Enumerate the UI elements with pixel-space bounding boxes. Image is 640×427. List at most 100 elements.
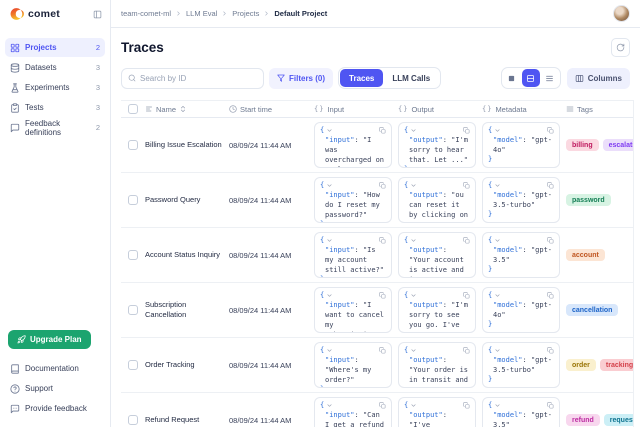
column-header-tags[interactable]: Tags xyxy=(566,105,633,114)
copy-icon[interactable] xyxy=(463,237,470,244)
copy-icon[interactable] xyxy=(463,402,470,409)
input-json-cell[interactable]: { "input": "Can I get a refund for my la… xyxy=(314,397,392,427)
row-checkbox[interactable] xyxy=(128,140,138,150)
sort-icon[interactable] xyxy=(179,105,187,113)
table-row[interactable]: Order Tracking 08/09/24 11:44 AM { "inpu… xyxy=(121,338,633,393)
copy-icon[interactable] xyxy=(547,292,554,299)
search-input[interactable] xyxy=(140,74,257,83)
table-row[interactable]: Subscription Cancellation 08/09/24 11:44… xyxy=(121,283,633,338)
input-json-cell[interactable]: { "input": "I was overcharged on my last… xyxy=(314,122,392,168)
metadata-json-cell[interactable]: { "model": "gpt-3.5-turbo" } xyxy=(482,177,560,223)
table-row[interactable]: Password Query 08/09/24 11:44 AM { "inpu… xyxy=(121,173,633,228)
output-json-cell[interactable]: { "output": "I'm sorry to hear that. Let… xyxy=(398,122,476,168)
output-json-cell[interactable]: { "output": "ou can reset it by clicking… xyxy=(398,177,476,223)
copy-icon[interactable] xyxy=(463,292,470,299)
sidebar-item-feedback-definitions[interactable]: Feedback definitions 2 xyxy=(5,118,105,137)
output-json-cell[interactable]: { "output": "Your account is active and … xyxy=(398,232,476,278)
breadcrumb-workspace[interactable]: team-comet-ml xyxy=(121,9,171,18)
output-json-cell[interactable]: { "output": "I've submitted your refund … xyxy=(398,397,476,427)
chevron-down-icon[interactable] xyxy=(494,237,501,244)
select-all-checkbox[interactable] xyxy=(128,104,138,114)
column-header-input[interactable]: {} Input xyxy=(314,105,398,114)
copy-icon[interactable] xyxy=(547,347,554,354)
chevron-down-icon[interactable] xyxy=(494,347,501,354)
copy-icon[interactable] xyxy=(379,402,386,409)
row-height-small-icon xyxy=(507,74,516,83)
metadata-json-cell[interactable]: { "model": "gpt-3.5" } xyxy=(482,232,560,278)
column-header-metadata[interactable]: {} Metadata xyxy=(482,105,566,114)
chevron-down-icon[interactable] xyxy=(326,182,333,189)
chevron-down-icon[interactable] xyxy=(494,182,501,189)
chevron-down-icon[interactable] xyxy=(410,347,417,354)
row-height-large-button[interactable] xyxy=(541,69,559,87)
chevron-down-icon[interactable] xyxy=(410,402,417,409)
row-checkbox[interactable] xyxy=(128,250,138,260)
copy-icon[interactable] xyxy=(463,182,470,189)
sidebar-item-provide-feedback[interactable]: Provide feedback xyxy=(5,399,105,418)
sidebar-item-datasets[interactable]: Datasets 3 xyxy=(5,58,105,77)
copy-icon[interactable] xyxy=(547,182,554,189)
metadata-json-cell[interactable]: { "model": "gpt-3.5" } xyxy=(482,397,560,427)
sidebar-item-experiments[interactable]: Experiments 3 xyxy=(5,78,105,97)
chevron-down-icon[interactable] xyxy=(326,237,333,244)
chevron-down-icon[interactable] xyxy=(410,182,417,189)
chevron-down-icon[interactable] xyxy=(326,347,333,354)
chevron-down-icon[interactable] xyxy=(326,127,333,134)
chevron-down-icon[interactable] xyxy=(494,127,501,134)
copy-icon[interactable] xyxy=(379,347,386,354)
chevron-down-icon[interactable] xyxy=(326,292,333,299)
copy-icon[interactable] xyxy=(379,127,386,134)
chevron-down-icon[interactable] xyxy=(410,127,417,134)
chevron-down-icon[interactable] xyxy=(494,402,501,409)
copy-icon[interactable] xyxy=(547,402,554,409)
copy-icon[interactable] xyxy=(379,237,386,244)
metadata-json-cell[interactable]: { "model": "gpt-4o" } xyxy=(482,122,560,168)
chevron-down-icon[interactable] xyxy=(494,292,501,299)
copy-icon[interactable] xyxy=(463,347,470,354)
columns-icon xyxy=(575,74,584,83)
copy-icon[interactable] xyxy=(547,237,554,244)
output-json-cell[interactable]: { "output": "Your order is in transit an… xyxy=(398,342,476,388)
chevron-down-icon[interactable] xyxy=(410,237,417,244)
row-height-small-button[interactable] xyxy=(503,69,521,87)
metadata-json-cell[interactable]: { "model": "gpt-4o" } xyxy=(482,287,560,333)
breadcrumb-projects[interactable]: Projects xyxy=(232,9,259,18)
input-json-cell[interactable]: { "input": "How do I reset my password?"… xyxy=(314,177,392,223)
refresh-button[interactable] xyxy=(611,38,630,57)
upgrade-plan-button[interactable]: Upgrade Plan xyxy=(8,330,91,349)
json-key: "output" xyxy=(409,411,443,419)
column-header-name[interactable]: Name xyxy=(145,105,229,114)
input-json-cell[interactable]: { "input": "Is my account still active?"… xyxy=(314,232,392,278)
table-row[interactable]: Refund Request 08/09/24 11:44 AM { "inpu… xyxy=(121,393,633,427)
sidebar-item-support[interactable]: Support xyxy=(5,379,105,398)
columns-button[interactable]: Columns xyxy=(567,68,630,89)
table-row[interactable]: Account Status Inquiry 08/09/24 11:44 AM… xyxy=(121,228,633,283)
output-json-cell[interactable]: { "output": "I'm sorry to see you go. I'… xyxy=(398,287,476,333)
filters-button[interactable]: Filters (0) xyxy=(269,68,333,89)
copy-icon[interactable] xyxy=(463,127,470,134)
row-height-medium-button[interactable] xyxy=(522,69,540,87)
column-header-start-time[interactable]: Start time xyxy=(229,105,314,114)
breadcrumb-section[interactable]: LLM Eval xyxy=(186,9,217,18)
sidebar-item-documentation[interactable]: Documentation xyxy=(5,359,105,378)
chevron-down-icon[interactable] xyxy=(410,292,417,299)
input-json-cell[interactable]: { "input": "I want to cancel my subscrip… xyxy=(314,287,392,333)
chevron-down-icon[interactable] xyxy=(326,402,333,409)
table-row[interactable]: Billing Issue Escalation 08/09/24 11:44 … xyxy=(121,118,633,173)
copy-icon[interactable] xyxy=(379,292,386,299)
row-checkbox[interactable] xyxy=(128,195,138,205)
user-avatar[interactable] xyxy=(613,5,630,22)
copy-icon[interactable] xyxy=(547,127,554,134)
copy-icon[interactable] xyxy=(379,182,386,189)
tab-traces[interactable]: Traces xyxy=(340,69,383,87)
sidebar-item-tests[interactable]: Tests 3 xyxy=(5,98,105,117)
metadata-json-cell[interactable]: { "model": "gpt-3.5-turbo" } xyxy=(482,342,560,388)
row-checkbox[interactable] xyxy=(128,360,138,370)
row-checkbox[interactable] xyxy=(128,305,138,315)
sidebar-toggle-button[interactable] xyxy=(93,10,102,19)
column-header-output[interactable]: {} Output xyxy=(398,105,482,114)
tab-llm-calls[interactable]: LLM Calls xyxy=(383,69,439,87)
input-json-cell[interactable]: { "input": "Where's my order?" } xyxy=(314,342,392,388)
row-checkbox[interactable] xyxy=(128,415,138,425)
sidebar-item-projects[interactable]: Projects 2 xyxy=(5,38,105,57)
